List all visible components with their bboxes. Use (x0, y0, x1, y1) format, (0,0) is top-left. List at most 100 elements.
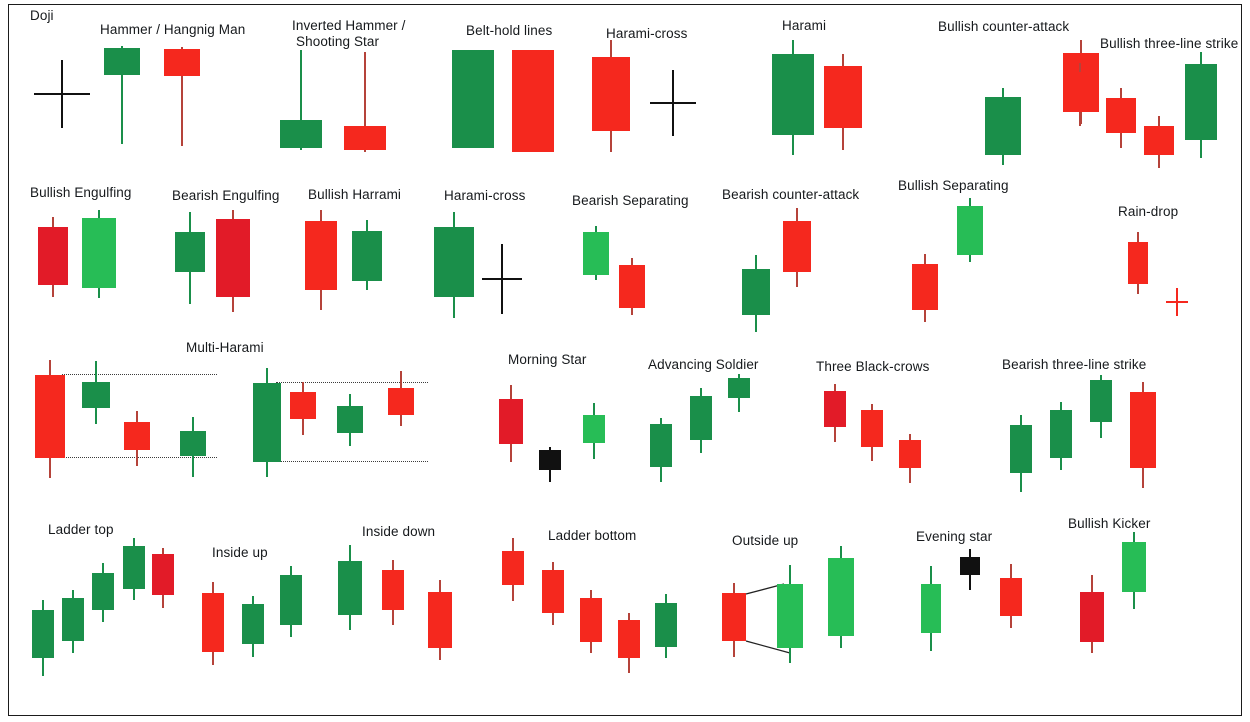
candle-bullish-3ls-1 (1065, 63, 1095, 126)
candle-bearish-engulfing-2 (216, 210, 250, 312)
candle-hammer (104, 46, 140, 144)
candle-body (580, 598, 602, 642)
candle-body (92, 573, 114, 610)
candle-body (344, 126, 386, 150)
candle-body (1000, 578, 1022, 616)
candle-doji (34, 60, 90, 128)
candle-rain-drop-2 (1166, 288, 1188, 316)
candle-body (592, 57, 630, 131)
candle-multi-harami-a4 (180, 417, 206, 477)
candle-body (1185, 64, 1217, 140)
candle-body (1122, 542, 1146, 592)
candle-bearish-separating-2 (619, 258, 645, 315)
doji-horizontal-line (1166, 301, 1188, 303)
candle-body (305, 221, 337, 290)
candle-outside-up-1 (722, 583, 746, 657)
candle-body (1128, 242, 1148, 284)
candle-body (280, 575, 302, 625)
candle-ladder-bottom-3 (580, 590, 602, 653)
candle-multi-harami-a1 (35, 360, 65, 478)
candle-inside-down-2 (382, 560, 404, 625)
candle-body (290, 392, 316, 419)
candle-body (539, 450, 561, 470)
doji-horizontal-line (650, 102, 696, 104)
candle-bullish-3ls-2 (1106, 88, 1136, 148)
candle-hanging-man (164, 47, 200, 146)
candle-harami-1 (772, 40, 814, 155)
candle-body (38, 227, 68, 285)
candle-evening-star-2 (960, 549, 980, 590)
candle-ladder-bottom-4 (618, 613, 640, 673)
candle-body (1090, 380, 1112, 422)
candle-body (512, 50, 554, 152)
candle-multi-harami-b4 (388, 371, 414, 426)
candle-body (1106, 98, 1136, 133)
candle-body (783, 221, 811, 272)
candle-harami-cross-top-2 (650, 70, 696, 136)
candle-inside-down-3 (428, 580, 452, 660)
candle-body (921, 584, 941, 633)
candle-body (728, 378, 750, 398)
candle-bullish-separating-1 (912, 254, 938, 322)
candle-body (352, 231, 382, 281)
candle-body (242, 604, 264, 644)
candle-bearish-engulfing-1 (175, 212, 205, 304)
candle-body (619, 265, 645, 308)
candle-body (583, 415, 605, 443)
candle-body (499, 399, 523, 444)
candle-bullish-kicker-2 (1122, 532, 1146, 609)
candle-body (618, 620, 640, 658)
candle-harami-2 (824, 54, 862, 150)
candle-morning-star-1 (499, 385, 523, 462)
candle-body (123, 546, 145, 589)
doji-horizontal-line (482, 278, 522, 280)
candle-ladder-top-1 (32, 600, 54, 676)
candle-body (62, 598, 84, 641)
candle-body (742, 269, 770, 315)
candle-bearish-separating-1 (583, 226, 609, 280)
candle-body (164, 49, 200, 76)
candle-body (124, 422, 150, 450)
candle-body (722, 593, 746, 641)
candle-ladder-bottom-2 (542, 562, 564, 625)
candle-body (428, 592, 452, 648)
candle-belt-hold-bullish (452, 50, 494, 148)
candle-body (452, 50, 494, 148)
candle-ladder-top-2 (62, 590, 84, 653)
candle-morning-star-3 (583, 403, 605, 459)
candle-bullish-engulfing-1 (38, 217, 68, 297)
candle-body (175, 232, 205, 272)
candle-three-black-crows-1 (824, 384, 846, 442)
candle-body (180, 431, 206, 456)
candle-bullish-kicker-1 (1080, 575, 1104, 653)
candle-ladder-bottom-1 (502, 538, 524, 601)
candle-morning-star-2 (539, 447, 561, 482)
candle-multi-harami-b1 (253, 368, 281, 477)
candle-advancing-soldier-3 (728, 374, 750, 412)
candle-body (216, 219, 250, 297)
candle-ladder-top-4 (123, 538, 145, 600)
candle-inverted-hammer (280, 50, 322, 150)
candle-shooting-star (344, 52, 386, 152)
candle-bearish-3ls-4 (1130, 382, 1156, 488)
candle-body (824, 66, 862, 128)
candle-advancing-soldier-1 (650, 418, 672, 482)
candle-body (777, 584, 803, 648)
candle-body (35, 375, 65, 458)
candle-inside-up-1 (202, 582, 224, 665)
doji-horizontal-line (34, 93, 90, 95)
candle-body (82, 218, 116, 288)
candle-body (912, 264, 938, 310)
candle-body (655, 603, 677, 647)
candle-ladder-top-5 (152, 548, 174, 608)
candle-body (388, 388, 414, 415)
candle-body (337, 406, 363, 433)
candle-harami-cross-mid-2 (482, 244, 522, 314)
candle-bearish-3ls-2 (1050, 402, 1072, 470)
candle-body (338, 561, 362, 615)
candle-body (253, 383, 281, 462)
candle-evening-star-1 (921, 566, 941, 651)
candle-multi-harami-b2 (290, 382, 316, 435)
candle-body (280, 120, 322, 148)
candle-body (650, 424, 672, 467)
